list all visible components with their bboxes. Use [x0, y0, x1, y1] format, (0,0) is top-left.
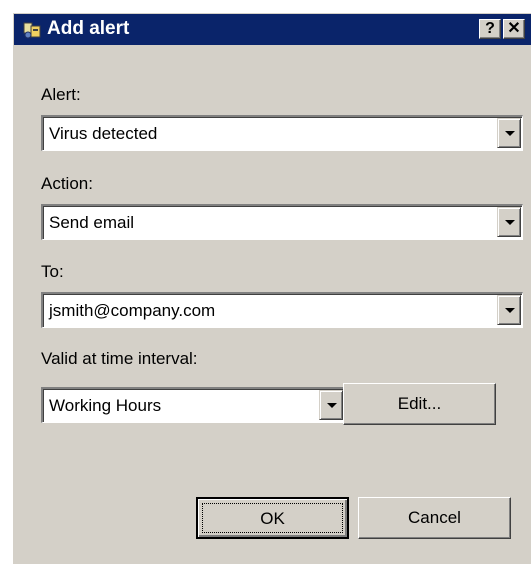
alert-app-icon [22, 20, 42, 40]
ok-button[interactable]: OK [196, 497, 349, 539]
chevron-down-icon [505, 308, 515, 313]
edit-button[interactable]: Edit... [343, 383, 496, 425]
alert-value: Virus detected [49, 124, 158, 143]
alert-combobox[interactable]: Virus detected [41, 115, 523, 151]
close-button[interactable]: ✕ [503, 19, 525, 39]
action-label: Action: [41, 174, 93, 193]
to-value: jsmith@company.com [49, 301, 216, 320]
interval-combobox[interactable]: Working Hours [41, 387, 345, 423]
title-bar[interactable]: Add alert ? ✕ [14, 14, 531, 45]
cancel-button[interactable]: Cancel [358, 497, 511, 539]
interval-value: Working Hours [49, 396, 162, 415]
action-combobox[interactable]: Send email [41, 204, 523, 240]
add-alert-dialog: Add alert ? ✕ Alert: Virus detected Acti… [12, 12, 531, 564]
action-value: Send email [49, 213, 135, 232]
to-dropdown-button[interactable] [497, 295, 521, 325]
alert-label: Alert: [41, 85, 81, 104]
to-label: To: [41, 262, 64, 281]
chevron-down-icon [505, 220, 515, 225]
close-icon: ✕ [507, 20, 521, 37]
chevron-down-icon [327, 403, 337, 408]
interval-label: Valid at time interval: [41, 349, 198, 368]
chevron-down-icon [505, 131, 515, 136]
alert-dropdown-button[interactable] [497, 118, 521, 148]
dialog-title: Add alert [47, 18, 130, 39]
interval-dropdown-button[interactable] [319, 390, 343, 420]
to-combobox[interactable]: jsmith@company.com [41, 292, 523, 328]
help-button[interactable]: ? [479, 19, 501, 39]
ok-label: OK [202, 503, 343, 533]
action-dropdown-button[interactable] [497, 207, 521, 237]
